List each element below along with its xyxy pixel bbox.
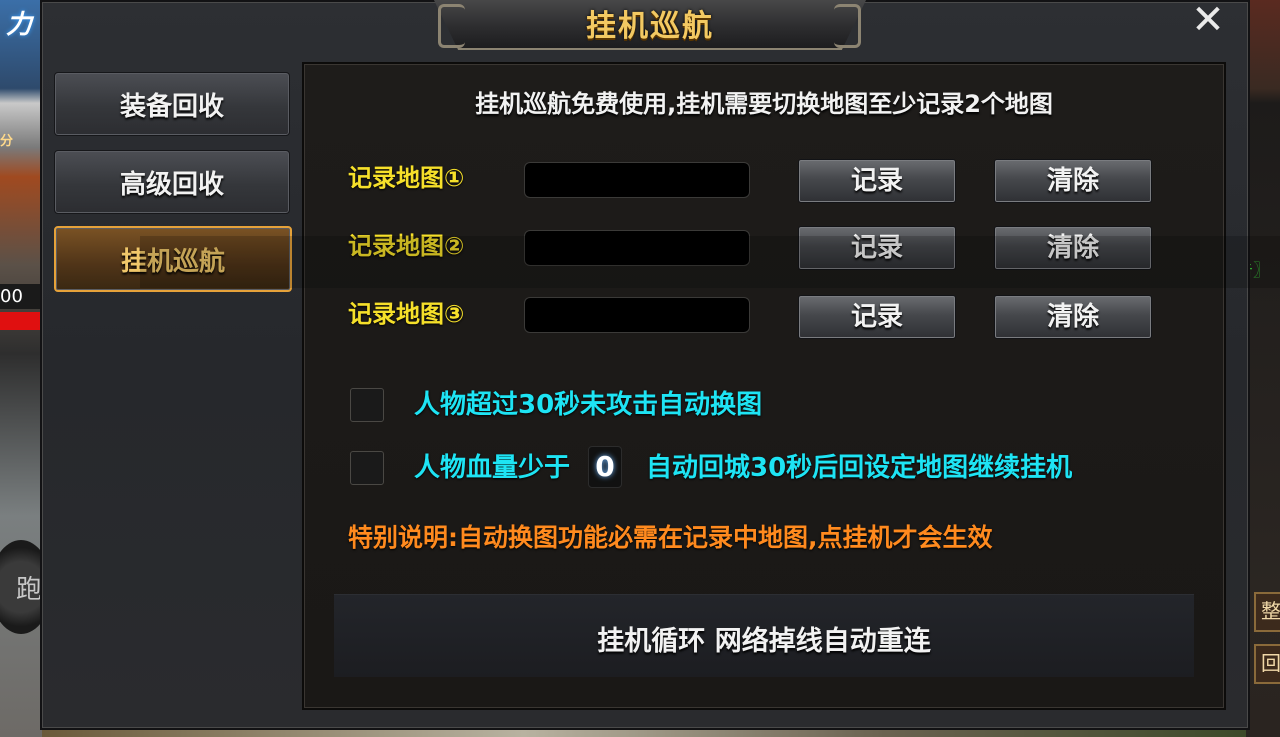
auto-switch-checkbox[interactable] (350, 388, 384, 422)
record-button-1[interactable]: 记录 (798, 159, 956, 203)
record-button-3[interactable]: 记录 (798, 295, 956, 339)
hp-bar (0, 312, 40, 330)
map-record-field-3[interactable] (524, 297, 750, 333)
sidebar-item-equip-recycle[interactable]: 装备回收 (54, 72, 290, 136)
footer-text: 挂机循环 网络掉线自动重连 (597, 626, 931, 657)
announcement-marquee (140, 236, 1280, 288)
map-record-label-3: 记录地图③ (348, 300, 465, 328)
side-button-2[interactable]: 回 (1254, 644, 1280, 684)
footer-bar: 挂机循环 网络掉线自动重连 (334, 594, 1194, 677)
map-record-label-1: 记录地图① (348, 164, 465, 192)
game-scene-right: 〖公告〗 整 回 (1202, 0, 1280, 737)
title-plate: 挂机巡航 (432, 0, 868, 50)
hp-threshold-input[interactable]: 0 (588, 446, 622, 488)
clear-button-3[interactable]: 清除 (994, 295, 1152, 339)
auto-switch-label: 人物超过30秒未攻击自动换图 (414, 390, 763, 420)
special-remark: 特别说明:自动换图功能必需在记录中地图,点挂机才会生效 (348, 523, 993, 552)
power-text: 力 (6, 10, 33, 40)
low-hp-label-before: 人物血量少于 (414, 453, 571, 483)
hp-readout: 00 (0, 284, 40, 309)
cruise-content: 挂机巡航免费使用,挂机需要切换地图至少记录2个地图 记录地图① 记录 清除 记录… (302, 62, 1226, 710)
score-text: 分 (0, 134, 14, 149)
title-ornament-left (438, 4, 465, 48)
dialog-title: 挂机巡航 (586, 9, 714, 44)
close-icon[interactable]: ✕ (1188, 0, 1228, 40)
side-button-1[interactable]: 整 (1254, 592, 1280, 632)
sidebar-item-advanced-recycle[interactable]: 高级回收 (54, 150, 290, 214)
title-ornament-right (834, 4, 861, 48)
usage-notice: 挂机巡航免费使用,挂机需要切换地图至少记录2个地图 (475, 90, 1053, 118)
run-button-label: 跑 (15, 574, 42, 605)
low-hp-checkbox[interactable] (350, 451, 384, 485)
low-hp-label-after: 自动回城30秒后回设定地图继续挂机 (646, 453, 1073, 483)
map-record-field-1[interactable] (524, 162, 750, 198)
game-scene-left: 力 分 00 跑 (0, 0, 52, 737)
clear-button-1[interactable]: 清除 (994, 159, 1152, 203)
